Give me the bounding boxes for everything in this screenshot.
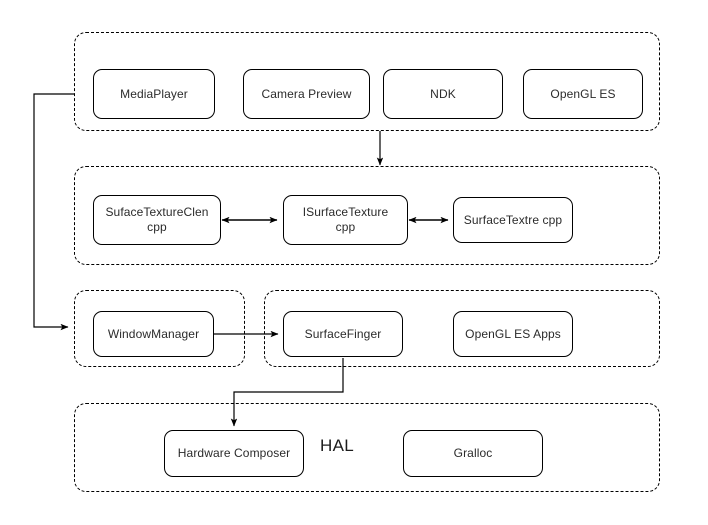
node-surface-textre-cpp[interactable]: SurfaceTextre cpp (453, 197, 573, 243)
group-hal-layer (74, 403, 660, 492)
diagram-canvas: MediaPlayer Camera Preview NDK OpenGL ES… (0, 0, 708, 525)
node-camera-preview-label: Camera Preview (261, 86, 352, 101)
node-window-manager-label: WindowManager (107, 326, 200, 341)
node-opengl-es-label: OpenGL ES (550, 86, 616, 101)
node-gralloc[interactable]: Gralloc (403, 430, 543, 477)
node-isurface-texture-cpp[interactable]: ISurfaceTexture cpp (283, 195, 408, 245)
node-surface-textre-cpp-label: SurfaceTextre cpp (463, 212, 563, 227)
node-surface-finger[interactable]: SurfaceFinger (283, 311, 403, 357)
node-hardware-composer-label: Hardware Composer (177, 446, 291, 460)
node-gralloc-label: Gralloc (453, 446, 493, 460)
node-ndk-label: NDK (430, 86, 456, 101)
node-camera-preview[interactable]: Camera Preview (243, 69, 370, 119)
node-window-manager[interactable]: WindowManager (93, 311, 214, 357)
node-media-player[interactable]: MediaPlayer (93, 69, 215, 119)
node-opengl-es-apps[interactable]: OpenGL ES Apps (453, 311, 573, 357)
node-surface-finger-label: SurfaceFinger (304, 326, 382, 341)
hal-layer-label: HAL (320, 436, 354, 455)
node-isurface-texture-cpp-label: ISurfaceTexture cpp (302, 205, 389, 234)
edge-apps-to-windowmanager (33, 93, 74, 331)
node-media-player-label: MediaPlayer (120, 86, 188, 101)
node-ndk[interactable]: NDK (383, 69, 503, 119)
node-suface-texture-clen-cpp[interactable]: SufaceTextureClen cpp (93, 195, 221, 245)
node-opengl-es-apps-label: OpenGL ES Apps (465, 326, 561, 341)
node-suface-texture-clen-cpp-label: SufaceTextureClen cpp (105, 205, 209, 234)
node-hardware-composer[interactable]: Hardware Composer (164, 430, 304, 477)
node-opengl-es[interactable]: OpenGL ES (523, 69, 643, 119)
